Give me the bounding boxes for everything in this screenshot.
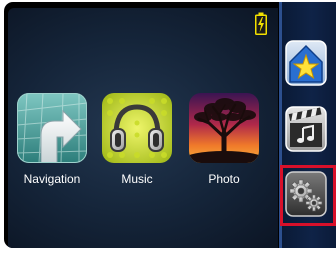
selection-highlight	[280, 165, 336, 226]
app-photo[interactable]: Photo	[185, 93, 263, 193]
side-button-favorites[interactable]	[285, 40, 327, 86]
app-photo-label: Photo	[208, 172, 240, 186]
headphones-icon	[102, 93, 172, 163]
app-music[interactable]: Music	[98, 93, 176, 193]
app-navigation[interactable]: Navigation	[13, 93, 91, 193]
favorites-star-icon	[285, 40, 327, 86]
navigation-icon	[17, 93, 87, 163]
app-navigation-label: Navigation	[23, 172, 81, 186]
tree-sunset-icon	[189, 93, 259, 163]
side-button-media[interactable]	[285, 106, 327, 152]
media-clapperboard-icon	[285, 106, 327, 152]
battery-charging-icon	[254, 12, 268, 36]
app-music-label: Music	[121, 172, 153, 186]
